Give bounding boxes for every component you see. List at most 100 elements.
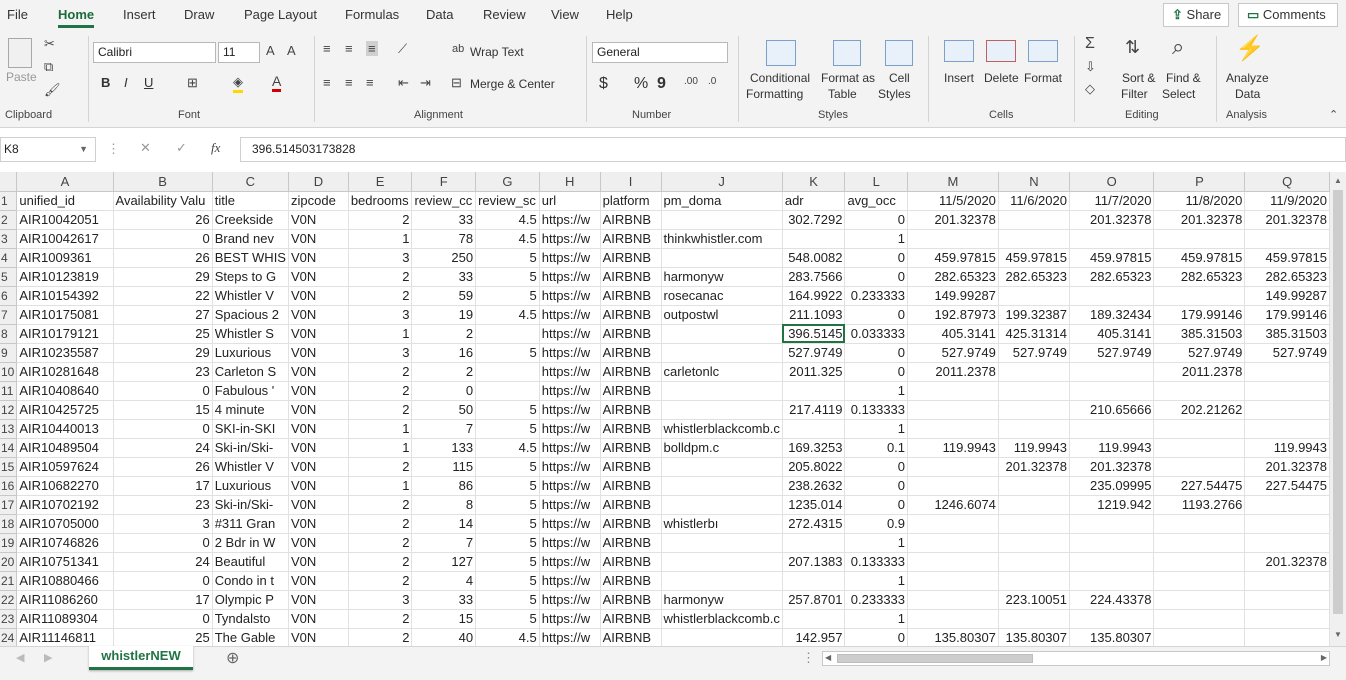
cell[interactable]: 169.3253 — [782, 438, 846, 458]
cell[interactable]: 201.32378 — [1244, 457, 1330, 477]
cell[interactable] — [1153, 514, 1246, 534]
cell[interactable]: 149.99287 — [907, 286, 999, 306]
cell[interactable]: 14 — [411, 514, 477, 534]
cell[interactable] — [998, 400, 1070, 420]
cell[interactable]: https://w — [539, 419, 601, 439]
cell[interactable]: unified_id — [16, 191, 114, 211]
formula-input[interactable]: 396.514503173828 — [240, 137, 1346, 162]
cell[interactable]: 15 — [113, 400, 213, 420]
cell[interactable]: 0.1 — [844, 438, 909, 458]
cell[interactable]: review_sc — [475, 191, 540, 211]
cell[interactable]: 0 — [844, 210, 909, 230]
column-header[interactable]: Q — [1244, 172, 1330, 192]
cell[interactable] — [1069, 419, 1155, 439]
cell[interactable]: AIRBNB — [600, 362, 662, 382]
cell[interactable]: 5 — [475, 343, 540, 363]
cell[interactable]: AIR10880466 — [16, 571, 114, 591]
cell[interactable] — [661, 495, 783, 515]
cell[interactable]: AIRBNB — [600, 590, 662, 610]
analyze-data-label-2[interactable]: Data — [1235, 87, 1260, 101]
currency-button[interactable]: $ — [599, 75, 608, 93]
column-header[interactable]: A — [16, 172, 114, 192]
fill-color-icon[interactable]: ◈ — [233, 74, 243, 93]
cell[interactable]: 0 — [844, 362, 909, 382]
cell[interactable]: 0 — [411, 381, 477, 401]
cell[interactable]: whistlerbı — [661, 514, 783, 534]
cell[interactable] — [1153, 571, 1246, 591]
cell[interactable]: 26 — [113, 210, 213, 230]
cell[interactable]: #311 Gran — [212, 514, 289, 534]
column-header[interactable]: K — [782, 172, 846, 192]
cell[interactable]: 0.133333 — [844, 552, 909, 572]
cell[interactable]: 205.8022 — [782, 457, 846, 477]
cell[interactable]: 135.80307 — [1069, 628, 1155, 646]
cell[interactable]: https://w — [539, 305, 601, 325]
cell[interactable]: 0 — [844, 343, 909, 363]
cell[interactable]: 201.32378 — [1069, 457, 1155, 477]
orientation-icon[interactable]: ⟋ — [398, 41, 407, 57]
column-header[interactable]: G — [475, 172, 540, 192]
cell[interactable]: AIRBNB — [600, 419, 662, 439]
cell[interactable] — [998, 381, 1070, 401]
cell[interactable]: V0N — [288, 324, 349, 344]
cell[interactable]: 1 — [844, 533, 909, 553]
cell[interactable]: 25 — [113, 324, 213, 344]
cell[interactable]: 1 — [844, 571, 909, 591]
cell[interactable]: Ski-in/Ski- — [212, 495, 289, 515]
font-size-combo[interactable]: 11 — [218, 42, 260, 63]
cell[interactable]: 2 — [411, 324, 477, 344]
cell[interactable]: The Gable — [212, 628, 289, 646]
cell[interactable]: https://w — [539, 552, 601, 572]
cell[interactable]: 164.9922 — [782, 286, 846, 306]
cell[interactable]: 210.65666 — [1069, 400, 1155, 420]
cell[interactable]: 26 — [113, 457, 213, 477]
cell[interactable]: 5 — [475, 286, 540, 306]
cell[interactable]: AIRBNB — [600, 229, 662, 249]
cell[interactable]: AIR10123819 — [16, 267, 114, 287]
cell[interactable] — [1069, 286, 1155, 306]
cell[interactable]: 224.43378 — [1069, 590, 1155, 610]
cell[interactable]: 1 — [844, 229, 909, 249]
cell[interactable]: https://w — [539, 514, 601, 534]
cell[interactable]: 217.4119 — [782, 400, 846, 420]
cell[interactable]: 33 — [411, 267, 477, 287]
cell[interactable]: https://w — [539, 248, 601, 268]
cell[interactable]: V0N — [288, 381, 349, 401]
scroll-down-icon[interactable]: ▼ — [1334, 630, 1342, 639]
align-left-icon[interactable]: ≡ — [323, 75, 331, 90]
cell[interactable]: 527.9749 — [1244, 343, 1330, 363]
cell[interactable] — [1153, 609, 1246, 629]
cell[interactable]: 11/7/2020 — [1069, 191, 1155, 211]
cell[interactable]: V0N — [288, 362, 349, 382]
cell[interactable]: 86 — [411, 476, 477, 496]
cell[interactable]: Fabulous ' — [212, 381, 289, 401]
cell[interactable]: https://w — [539, 476, 601, 496]
underline-button[interactable]: U — [144, 75, 153, 90]
cell[interactable]: 527.9749 — [1153, 343, 1246, 363]
cell[interactable]: 4.5 — [475, 210, 540, 230]
cell[interactable] — [998, 286, 1070, 306]
cell[interactable]: 207.1383 — [782, 552, 846, 572]
cell[interactable]: AIRBNB — [600, 514, 662, 534]
cell[interactable] — [1153, 533, 1246, 553]
cell[interactable]: AIRBNB — [600, 495, 662, 515]
cell[interactable]: https://w — [539, 609, 601, 629]
find-select-label-2[interactable]: Select — [1162, 87, 1195, 101]
cell[interactable] — [907, 609, 999, 629]
cell[interactable] — [1153, 457, 1246, 477]
cell[interactable]: AIRBNB — [600, 400, 662, 420]
cell[interactable]: 16 — [411, 343, 477, 363]
cell[interactable]: 23 — [113, 362, 213, 382]
cell[interactable]: V0N — [288, 590, 349, 610]
cell[interactable]: 2 — [348, 571, 413, 591]
row-header[interactable]: 10 — [0, 362, 18, 382]
paste-icon[interactable] — [8, 38, 32, 68]
cell[interactable]: 0 — [844, 457, 909, 477]
cell[interactable] — [1069, 229, 1155, 249]
cell[interactable] — [1153, 229, 1246, 249]
cell[interactable] — [661, 381, 783, 401]
delete-cells-icon[interactable] — [986, 40, 1016, 62]
cell[interactable] — [661, 476, 783, 496]
cell[interactable]: pm_doma — [661, 191, 783, 211]
cell[interactable]: 115 — [411, 457, 477, 477]
